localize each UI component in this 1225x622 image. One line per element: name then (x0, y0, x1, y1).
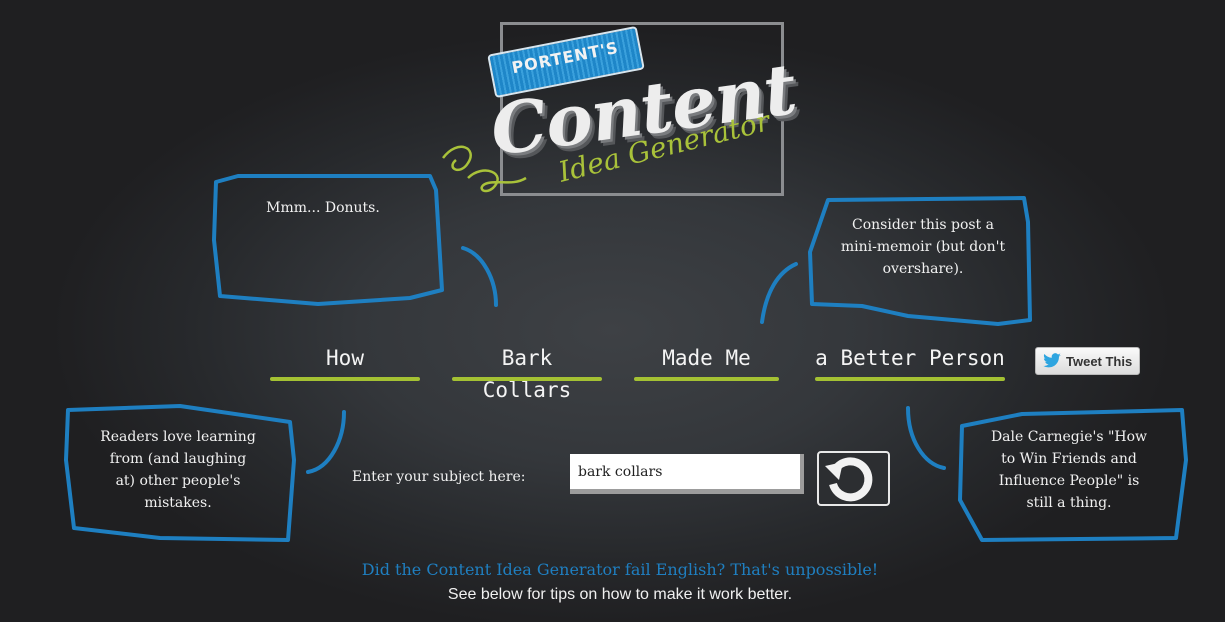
headline-word-text: Bark Collars (482, 346, 572, 402)
subject-input[interactable] (570, 454, 804, 494)
headline-word-text: a Better Person (815, 346, 1005, 370)
tip-bubble-bottom-left: Readers love learning from (and laughing… (60, 400, 350, 545)
headline-word: How (270, 342, 420, 384)
tip-bubble-bottom-right: Dale Carnegie's "How to Win Friends and … (902, 400, 1192, 545)
bubble-text: Mmm... Donuts. (266, 200, 380, 216)
headline-word-text: How (326, 346, 364, 370)
refresh-icon (825, 457, 873, 502)
fail-message: Did the Content Idea Generator fail Engl… (361, 560, 879, 579)
headline-word-text: Made Me (662, 346, 751, 370)
bubble-text: Readers love learning from (and laughing… (100, 429, 256, 511)
tip-bubble-top-right: Consider this post a mini-memoir (but do… (758, 192, 1043, 337)
headline-underline (815, 377, 1005, 381)
tips-message: See below for tips on how to make it wor… (447, 586, 793, 603)
headline-underline (270, 377, 420, 381)
headline-word: a Better Person (815, 342, 1005, 384)
bubble-text: Dale Carnegie's "How to Win Friends and … (990, 429, 1148, 511)
headline-underline (452, 377, 602, 381)
tip-bubble-top-left: Mmm... Donuts. (208, 170, 498, 310)
subject-label: Enter your subject here: (352, 469, 526, 485)
refresh-button[interactable] (817, 451, 890, 506)
bubble-text: Consider this post a mini-memoir (but do… (840, 217, 1006, 277)
bubble-outline (212, 174, 498, 307)
twitter-bird-icon (1043, 353, 1061, 368)
headline-word: Made Me (634, 342, 779, 384)
tweet-this-label: Tweet This (1066, 353, 1133, 369)
logo: PORTENT'S Content Idea Generator (442, 18, 806, 203)
headline-word: Bark Collars (452, 342, 602, 402)
tweet-this-button[interactable]: Tweet This (1035, 347, 1140, 375)
headline-underline (634, 377, 779, 381)
